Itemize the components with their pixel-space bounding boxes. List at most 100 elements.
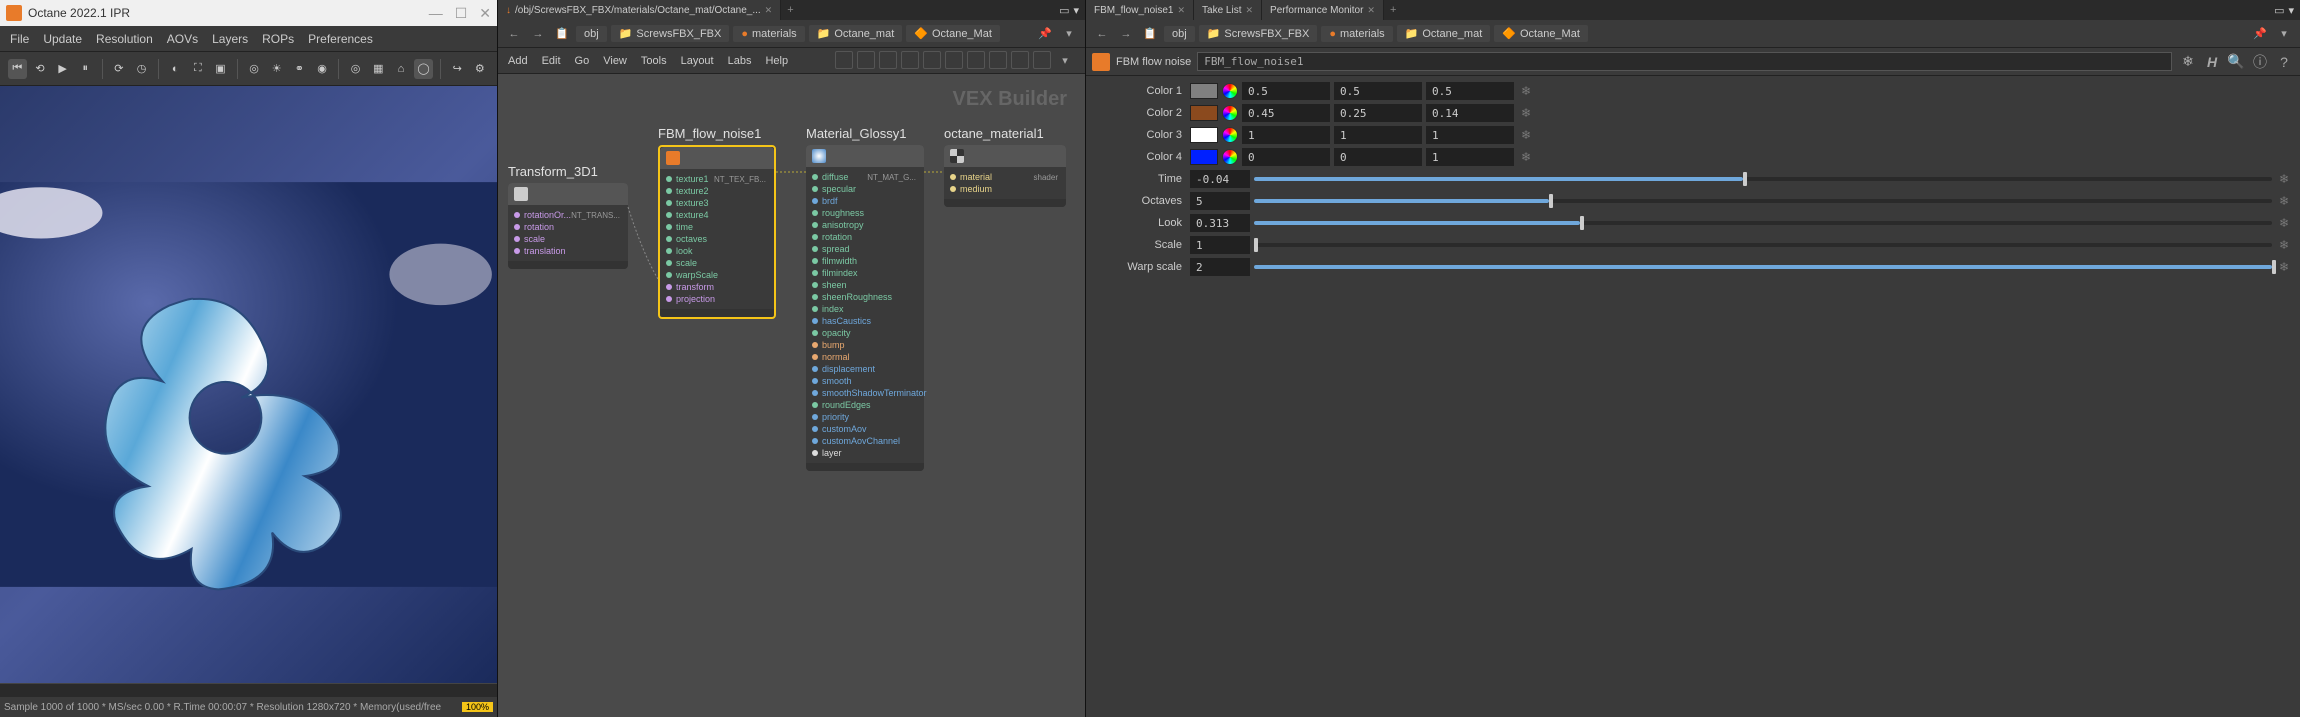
color-g-input[interactable] [1334, 148, 1422, 166]
gear-icon[interactable]: ❄ [2276, 259, 2292, 275]
color-b-input[interactable] [1426, 148, 1514, 166]
color-swatch[interactable] [1190, 105, 1218, 121]
menu-preferences[interactable]: Preferences [308, 32, 373, 46]
tool-icon-6[interactable] [945, 51, 963, 69]
menu-go[interactable]: Go [575, 55, 590, 67]
value-input[interactable] [1190, 258, 1250, 276]
path-obj[interactable]: obj [1164, 26, 1195, 42]
menu-update[interactable]: Update [43, 32, 82, 46]
info-icon[interactable]: ⓘ [2250, 52, 2270, 72]
color-r-input[interactable] [1242, 148, 1330, 166]
gear-icon[interactable]: ❄ [1518, 149, 1534, 165]
contrast-icon[interactable]: ◐ [166, 59, 185, 79]
tool-dropdown[interactable]: ▾ [1055, 51, 1075, 71]
tab-close-icon[interactable]: ✕ [765, 5, 773, 16]
path-octanemat2[interactable]: 🔶Octane_Mat [1494, 25, 1588, 42]
back-button[interactable]: ← [504, 24, 524, 44]
help-icon[interactable]: ? [2274, 52, 2294, 72]
color-swatch[interactable] [1190, 127, 1218, 143]
value-input[interactable] [1190, 236, 1250, 254]
slider[interactable] [1254, 199, 2272, 203]
tool-icon-8[interactable] [989, 51, 1007, 69]
value-input[interactable] [1190, 170, 1250, 188]
slider[interactable] [1254, 265, 2272, 269]
refresh-icon[interactable]: ⟳ [110, 59, 129, 79]
close-button[interactable]: ✕ [479, 5, 491, 22]
pin-icon[interactable]: 📌 [2250, 24, 2270, 44]
port-normal[interactable]: normal [806, 351, 924, 363]
port-hasCaustics[interactable]: hasCaustics [806, 315, 924, 327]
port-customAov[interactable]: customAov [806, 423, 924, 435]
port-customAovChannel[interactable]: customAovChannel [806, 435, 924, 447]
path-octanemat2[interactable]: 🔶Octane_Mat [906, 25, 1000, 42]
gear-icon[interactable]: ❄ [2276, 237, 2292, 253]
expand-icon[interactable]: ⛶ [188, 59, 207, 79]
port-smoothShadowTerminator[interactable]: smoothShadowTerminator [806, 387, 924, 399]
node-material-glossy[interactable]: Material_Glossy1 diffuseNT_MAT_G...specu… [806, 126, 924, 471]
clock-icon[interactable]: ◷ [132, 59, 151, 79]
tool-icon-2[interactable] [857, 51, 875, 69]
tab-fbm[interactable]: FBM_flow_noise1✕ [1086, 0, 1194, 20]
color-b-input[interactable] [1426, 104, 1514, 122]
menu-icon[interactable]: ▾ [1059, 24, 1079, 44]
menu-help[interactable]: Help [765, 55, 788, 67]
gear-icon[interactable]: ❄ [2276, 215, 2292, 231]
port-spread[interactable]: spread [806, 243, 924, 255]
path-obj[interactable]: obj [576, 26, 607, 42]
port-specular[interactable]: specular [806, 183, 924, 195]
port-bump[interactable]: bump [806, 339, 924, 351]
color-g-input[interactable] [1334, 126, 1422, 144]
menu-labs[interactable]: Labs [728, 55, 752, 67]
port-anisotropy[interactable]: anisotropy [806, 219, 924, 231]
port-smooth[interactable]: smooth [806, 375, 924, 387]
menu-resolution[interactable]: Resolution [96, 32, 153, 46]
gear-icon[interactable]: ❄ [1518, 105, 1534, 121]
menu-view[interactable]: View [603, 55, 627, 67]
menu-rops[interactable]: ROPs [262, 32, 294, 46]
dropdown-icon[interactable]: ▾ [2288, 4, 2294, 17]
port-index[interactable]: index [806, 303, 924, 315]
path-octanemat[interactable]: 📁Octane_mat [1397, 25, 1491, 42]
tool-icon-7[interactable] [967, 51, 985, 69]
home-icon[interactable]: ⌂ [392, 59, 411, 79]
tool-icon-10[interactable] [1033, 51, 1051, 69]
pause-icon[interactable]: ⏸ [76, 59, 95, 79]
color-swatch[interactable] [1190, 149, 1218, 165]
gear-icon[interactable]: ❄ [1518, 127, 1534, 143]
slider[interactable] [1254, 177, 2272, 181]
pin-icon[interactable]: 📌 [1035, 24, 1055, 44]
blur-icon[interactable]: ◉ [313, 59, 332, 79]
color-b-input[interactable] [1426, 126, 1514, 144]
menu-tools[interactable]: Tools [641, 55, 667, 67]
close-icon[interactable]: ✕ [1246, 5, 1254, 16]
node-graph[interactable]: VEX Builder Transform_3D1 rotationOr...N… [498, 74, 1085, 717]
viewport-scrollbar[interactable] [0, 683, 497, 697]
history-icon[interactable]: 📋 [552, 24, 572, 44]
tool-icon-1[interactable] [835, 51, 853, 69]
tab-perfmon[interactable]: Performance Monitor✕ [1262, 0, 1384, 20]
node-octane-material[interactable]: octane_material1 materialshader medium [944, 126, 1066, 207]
port-brdf[interactable]: brdf [806, 195, 924, 207]
tab-takelist[interactable]: Take List✕ [1194, 0, 1262, 20]
color-b-input[interactable] [1426, 82, 1514, 100]
menu-aovs[interactable]: AOVs [167, 32, 198, 46]
render-viewport[interactable] [0, 86, 497, 683]
color-g-input[interactable] [1334, 82, 1422, 100]
history-icon[interactable]: 📋 [1140, 24, 1160, 44]
menu-layout[interactable]: Layout [681, 55, 714, 67]
grid-icon[interactable]: ▦ [369, 59, 388, 79]
color-picker-icon[interactable] [1222, 149, 1238, 165]
port-priority[interactable]: priority [806, 411, 924, 423]
vex-tab[interactable]: ↓ /obj/ScrewsFBX_FBX/materials/Octane_ma… [498, 0, 781, 20]
menu-layers[interactable]: Layers [212, 32, 248, 46]
path-materials[interactable]: ●materials [1321, 26, 1392, 42]
arrow-icon[interactable]: ↪ [448, 59, 467, 79]
color-picker-icon[interactable] [1222, 105, 1238, 121]
path-octanemat[interactable]: 📁Octane_mat [809, 25, 903, 42]
slider[interactable] [1254, 221, 2272, 225]
settings-icon[interactable]: ⚙ [471, 59, 490, 79]
color-r-input[interactable] [1242, 104, 1330, 122]
focus-icon[interactable]: ◎ [245, 59, 264, 79]
tab-add-button[interactable]: + [781, 4, 799, 16]
tool-icon-4[interactable] [901, 51, 919, 69]
